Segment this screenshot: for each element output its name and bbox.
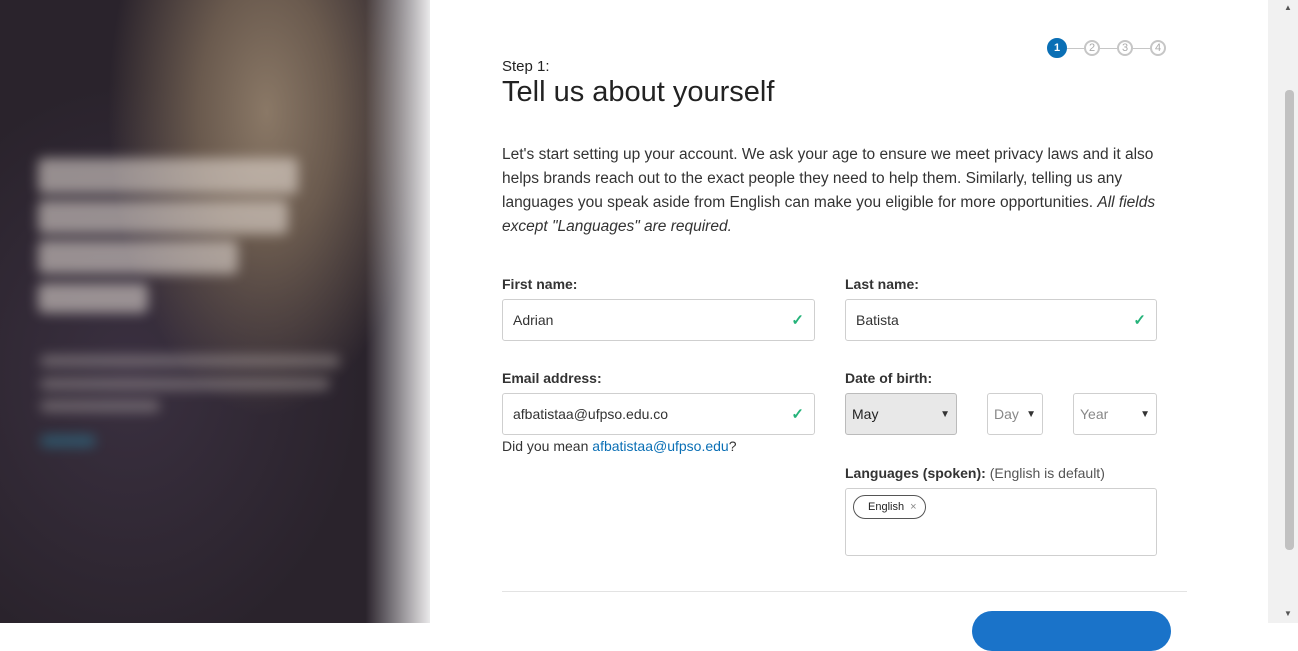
hero-link-blur bbox=[40, 435, 96, 447]
hero-image bbox=[0, 0, 430, 623]
dob-day-value: Day bbox=[994, 406, 1019, 422]
check-icon: ✓ bbox=[791, 406, 804, 423]
email-label: Email address: bbox=[502, 370, 602, 386]
step-4: 4 bbox=[1150, 40, 1166, 56]
step-label: Step 1: bbox=[502, 58, 550, 75]
first-name-label: First name: bbox=[502, 276, 578, 292]
dob-label: Date of birth: bbox=[845, 370, 933, 386]
email-suggestion: Did you mean afbatistaa@ufpso.edu? bbox=[502, 438, 737, 454]
email-suggestion-link[interactable]: afbatistaa@ufpso.edu bbox=[592, 438, 728, 454]
hero-heading-blur bbox=[38, 200, 288, 234]
dob-year-value: Year bbox=[1080, 406, 1109, 422]
progress-stepper: 1 2 3 4 bbox=[1047, 38, 1166, 58]
hero-heading-blur bbox=[38, 158, 298, 194]
page-title: Tell us about yourself bbox=[502, 76, 775, 108]
first-name-field[interactable]: ✓ bbox=[502, 299, 815, 341]
scrollbar[interactable]: ▲ ▼ bbox=[1268, 0, 1298, 623]
step-2: 2 bbox=[1084, 40, 1100, 56]
email-suggestion-prefix: Did you mean bbox=[502, 438, 593, 454]
hero-text-blur bbox=[40, 355, 340, 367]
last-name-field[interactable]: ✓ bbox=[845, 299, 1157, 341]
languages-label-text: Languages (spoken): bbox=[845, 465, 986, 481]
first-name-input[interactable] bbox=[513, 312, 792, 328]
check-icon: ✓ bbox=[1133, 312, 1146, 329]
dob-year-select[interactable]: Year ▼ bbox=[1073, 393, 1157, 435]
intro-paragraph: Let's start setting up your account. We … bbox=[502, 143, 1182, 239]
scroll-thumb[interactable] bbox=[1285, 90, 1294, 550]
scroll-up-icon[interactable]: ▲ bbox=[1284, 3, 1292, 12]
hero-text-blur bbox=[40, 400, 160, 412]
languages-input[interactable]: English × bbox=[845, 488, 1157, 556]
language-tag-label: English bbox=[868, 501, 905, 513]
email-suggestion-suffix: ? bbox=[728, 438, 737, 454]
intro-text: Let's start setting up your account. We … bbox=[502, 146, 1154, 211]
hero-heading-blur bbox=[38, 240, 238, 274]
chevron-down-icon: ▼ bbox=[1026, 408, 1036, 420]
last-name-label: Last name: bbox=[845, 276, 919, 292]
hero-heading-blur bbox=[38, 283, 148, 313]
languages-hint: (English is default) bbox=[989, 465, 1105, 481]
chevron-down-icon: ▼ bbox=[1140, 408, 1150, 420]
scroll-down-icon[interactable]: ▼ bbox=[1284, 609, 1292, 618]
last-name-input[interactable] bbox=[856, 312, 1134, 328]
step-connector bbox=[1067, 47, 1084, 49]
email-field[interactable]: ✓ bbox=[502, 393, 815, 435]
language-tag[interactable]: English × bbox=[853, 495, 926, 519]
form-divider bbox=[502, 591, 1187, 592]
step-1: 1 bbox=[1047, 38, 1067, 58]
check-icon: ✓ bbox=[791, 312, 804, 329]
dob-month-select[interactable]: May ▼ bbox=[845, 393, 957, 435]
email-input[interactable] bbox=[513, 406, 792, 422]
close-icon[interactable]: × bbox=[910, 496, 916, 518]
hero-text-blur bbox=[40, 378, 330, 390]
step-3: 3 bbox=[1117, 40, 1133, 56]
chevron-down-icon: ▼ bbox=[940, 408, 950, 420]
step-connector bbox=[1100, 47, 1117, 49]
step-connector bbox=[1133, 47, 1150, 49]
next-button[interactable] bbox=[972, 611, 1171, 651]
dob-month-value: May bbox=[852, 406, 879, 422]
dob-day-select[interactable]: Day ▼ bbox=[987, 393, 1043, 435]
languages-label: Languages (spoken): (English is default) bbox=[845, 465, 1105, 481]
